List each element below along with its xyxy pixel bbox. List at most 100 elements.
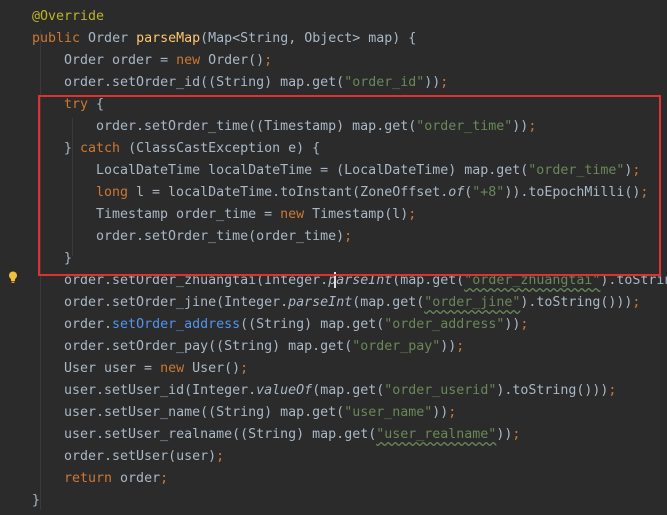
code-token: ;: [520, 317, 529, 332]
code-editor[interactable]: @Override public Order parseMap(Map<Strin…: [0, 0, 667, 515]
code-token: @Override: [32, 9, 105, 24]
code-token: ).toString())): [520, 295, 633, 310]
code-line[interactable]: return order;: [0, 468, 667, 490]
code-token: ;: [632, 163, 641, 178]
code-token: "user_realname": [376, 427, 497, 442]
code-token: parseInt: [328, 273, 393, 288]
code-line[interactable]: } catch (ClassCastException e) {: [0, 138, 667, 160]
code-token: )): [440, 339, 457, 354]
code-line[interactable]: public Order parseMap(Map<String, Object…: [0, 28, 667, 50]
code-token: order.setOrder_zhuangtai(Integer.: [64, 273, 329, 288]
code-token: Timestamp(l): [312, 207, 409, 222]
code-token: catch: [80, 141, 129, 156]
code-token: (map.get(: [312, 383, 385, 398]
code-token: }: [32, 493, 41, 508]
code-token: "order_time": [528, 163, 625, 178]
code-line[interactable]: user.setUser_realname((String) map.get("…: [0, 424, 667, 446]
code-token: "order_userid": [384, 383, 497, 398]
code-token: parseMap: [136, 31, 201, 46]
code-token: )): [432, 405, 449, 420]
lightbulb-icon[interactable]: [8, 271, 18, 284]
code-token: ;: [216, 449, 225, 464]
code-token: "order_time": [416, 119, 513, 134]
code-line[interactable]: try {: [0, 94, 667, 116]
code-token: ((String) map.get(: [240, 317, 385, 332]
code-token: "order_pay": [352, 339, 441, 354]
code-line[interactable]: order.setUser(user);: [0, 446, 667, 468]
code-token: {: [96, 97, 105, 112]
code-line[interactable]: long l = localDateTime.toInstant(ZoneOff…: [0, 182, 667, 204]
code-line[interactable]: user.setUser_name((String) map.get("user…: [0, 402, 667, 424]
code-token: order.setUser(user): [64, 449, 217, 464]
code-token: ).toString())): [600, 273, 667, 288]
code-line[interactable]: }: [0, 490, 667, 512]
code-token: )): [504, 317, 521, 332]
code-token: "order_zhuangtai": [464, 273, 601, 288]
code-token: Order order =: [64, 53, 177, 68]
code-token: ;: [632, 295, 641, 310]
code-token: Order: [88, 31, 137, 46]
code-line[interactable]: order.setOrder_time((Timestamp) map.get(…: [0, 116, 667, 138]
code-token: (ClassCastException e) {: [128, 141, 321, 156]
code-token: user.setUser_name((String) map.get(: [64, 405, 345, 420]
code-token: User user =: [64, 361, 161, 376]
code-token: user.setUser_realname((String) map.get(: [64, 427, 377, 442]
code-token: "user_name": [344, 405, 433, 420]
code-line[interactable]: Timestamp order_time = new Timestamp(l);: [0, 204, 667, 226]
code-token: new: [160, 361, 193, 376]
code-token: order.: [64, 317, 113, 332]
code-token: )): [424, 75, 441, 90]
code-line[interactable]: order.setOrder_pay((String) map.get("ord…: [0, 336, 667, 358]
code-token: ;: [456, 339, 465, 354]
code-token: parseInt: [288, 295, 353, 310]
code-token: )).toEpochMilli(): [504, 185, 641, 200]
code-token: (Map<String, Object> map) {: [200, 31, 417, 46]
code-token: "+8": [472, 185, 505, 200]
code-line[interactable]: }: [0, 248, 667, 270]
code-token: ;: [440, 75, 449, 90]
code-token: ;: [640, 185, 649, 200]
code-line[interactable]: order.setOrder_id((String) map.get("orde…: [0, 72, 667, 94]
code-line[interactable]: user.setUser_id(Integer.valueOf(map.get(…: [0, 380, 667, 402]
code-line[interactable]: order.setOrder_time(order_time);: [0, 226, 667, 248]
code-token: "order_jine": [424, 295, 521, 310]
code-token: ;: [408, 207, 417, 222]
code-token: }: [64, 141, 81, 156]
code-area[interactable]: @Override public Order parseMap(Map<Strin…: [0, 6, 667, 512]
code-token: try: [64, 97, 97, 112]
code-token: of: [448, 185, 465, 200]
code-token: "order_address": [384, 317, 505, 332]
code-token: ;: [448, 405, 457, 420]
code-token: setOrder_address: [112, 317, 241, 332]
code-token: order.setOrder_jine(Integer.: [64, 295, 289, 310]
code-line[interactable]: order.setOrder_address((String) map.get(…: [0, 314, 667, 336]
code-token: "order_id": [344, 75, 425, 90]
code-token: Timestamp order_time =: [96, 207, 281, 222]
code-token: ;: [528, 119, 537, 134]
code-token: LocalDateTime localDateTime = (LocalDate…: [96, 163, 529, 178]
code-token: ;: [512, 427, 521, 442]
code-token: ;: [264, 53, 273, 68]
code-token: long: [96, 185, 137, 200]
code-token: ;: [240, 361, 249, 376]
code-token: Order(): [208, 53, 265, 68]
code-line[interactable]: order.setOrder_jine(Integer.parseInt(map…: [0, 292, 667, 314]
code-token: public: [32, 31, 89, 46]
code-token: new: [176, 53, 209, 68]
code-line[interactable]: User user = new User();: [0, 358, 667, 380]
code-token: order.setOrder_id((String) map.get(: [64, 75, 345, 90]
code-token: return: [64, 471, 121, 486]
code-line[interactable]: @Override: [0, 6, 667, 28]
code-token: (map.get(: [392, 273, 465, 288]
code-line[interactable]: LocalDateTime localDateTime = (LocalDate…: [0, 160, 667, 182]
text-caret: [334, 272, 336, 288]
code-token: l = localDateTime.toInstant(ZoneOffset.: [136, 185, 449, 200]
code-token: ;: [608, 383, 617, 398]
code-line[interactable]: Order order = new Order();: [0, 50, 667, 72]
code-token: User(): [192, 361, 241, 376]
code-token: (map.get(: [352, 295, 425, 310]
code-token: ).toString())): [496, 383, 609, 398]
code-token: valueOf: [256, 383, 313, 398]
code-token: )): [512, 119, 529, 134]
code-token: user.setUser_id(Integer.: [64, 383, 257, 398]
